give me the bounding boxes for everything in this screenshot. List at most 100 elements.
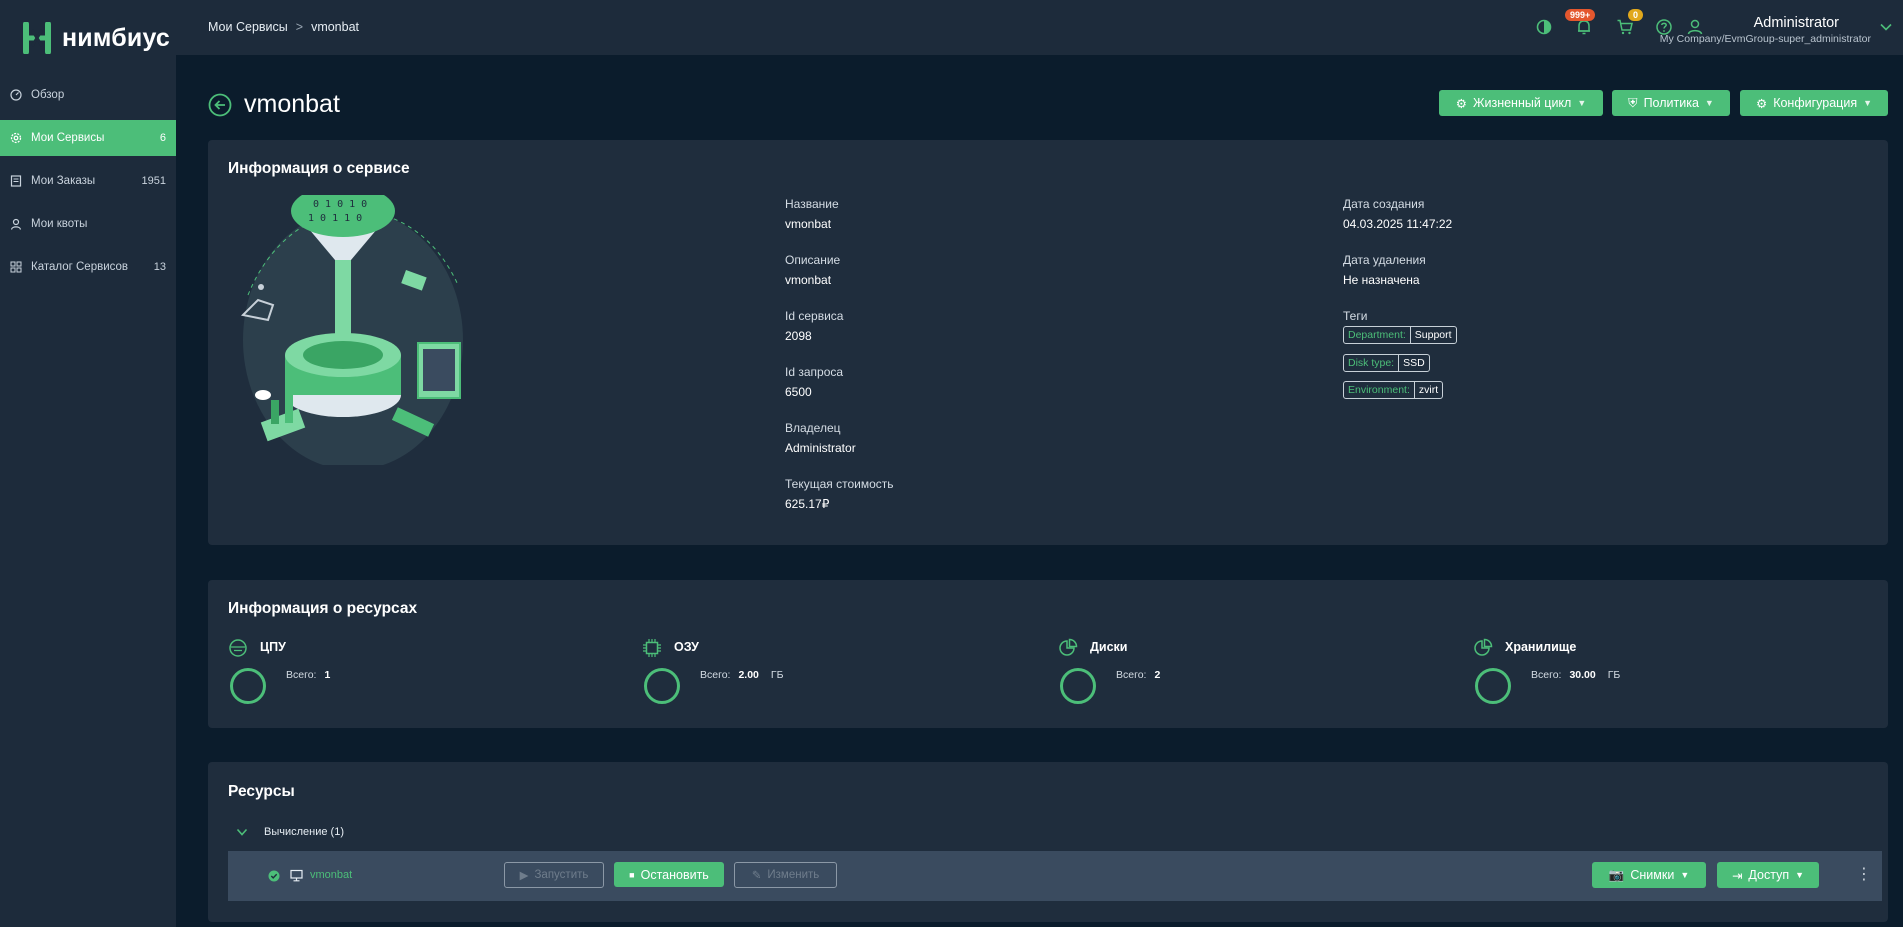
field-label-service-id: Id сервиса [785, 309, 844, 323]
sidebar-item-label: Каталог Сервисов [31, 261, 129, 273]
tag-value: zvirt [1418, 384, 1439, 396]
total-label: Всего: [1116, 669, 1147, 681]
chevron-down-icon: ▼ [1704, 98, 1714, 108]
breadcrumb-item-services[interactable]: Мои Сервисы [208, 20, 288, 34]
tag-disk-type: Disk type: SSD [1343, 354, 1430, 372]
resources-title: Ресурсы [228, 783, 295, 800]
total-unit: ГБ [770, 669, 784, 681]
total-value: 2.00 [738, 669, 759, 681]
policy-label: Политика [1643, 96, 1699, 110]
tag-key: Disk type: [1344, 355, 1400, 371]
tag-department: Department: Support [1343, 326, 1457, 344]
sidebar-item-catalog[interactable]: Каталог Сервисов 13 [0, 249, 176, 285]
edit-button[interactable]: ✎ Изменить [734, 862, 837, 888]
edit-label: Изменить [767, 869, 820, 881]
field-label-description: Описание [785, 253, 841, 267]
tag-environment: Environment: zvirt [1343, 381, 1444, 399]
field-value-current-cost: 625.17₽ [785, 497, 830, 511]
theme-toggle-icon[interactable] [1535, 18, 1553, 36]
sidebar-item-count: 13 [153, 261, 166, 273]
notifications-badge: 999+ [1565, 9, 1596, 21]
grid-icon [10, 261, 22, 273]
resources-info-title: Информация о ресурсах [228, 600, 418, 617]
cpu-icon [229, 639, 247, 657]
configuration-button[interactable]: ⚙ Конфигурация ▼ [1740, 90, 1888, 116]
resource-total: Всего: 2 [1116, 669, 1160, 681]
monitor-icon [290, 869, 303, 882]
logo[interactable]: нимбиус [20, 22, 170, 54]
resource-gauge [1060, 668, 1096, 704]
tag-value: SSD [1403, 357, 1425, 369]
logo-text: нимбиус [62, 23, 171, 52]
service-info-title: Информация о сервисе [228, 160, 410, 177]
sidebar-item-my-orders[interactable]: Мои Заказы 1951 [0, 163, 176, 199]
sidebar-item-label: Мои Заказы [31, 175, 96, 187]
total-value: 1 [324, 669, 331, 681]
gear-icon: ⚙ [1755, 96, 1768, 111]
resource-name: ОЗУ [674, 640, 699, 654]
field-label-current-cost: Текущая стоимость [785, 477, 894, 491]
tag-key: Department: [1344, 327, 1411, 343]
resource-name-link[interactable]: vmonbat [310, 869, 352, 881]
start-label: Запустить [534, 869, 589, 881]
chevron-down-icon[interactable] [236, 826, 248, 838]
breadcrumb: Мои Сервисы > vmonbat [208, 20, 359, 34]
tag-value: Support [1414, 329, 1452, 341]
breadcrumb-item-current: vmonbat [311, 20, 360, 34]
chevron-down-icon: ▼ [1680, 870, 1690, 880]
topbar: Мои Сервисы > vmonbat 999+ 0 Administrat… [176, 0, 1903, 55]
total-unit: ГБ [1607, 669, 1621, 681]
sidebar-item-count: 6 [159, 132, 166, 144]
chevron-down-icon: ▼ [1577, 98, 1587, 108]
back-arrow-icon[interactable] [208, 93, 232, 117]
resource-gauge [230, 668, 266, 704]
resource-group-header[interactable]: Вычисление (1) [236, 826, 344, 838]
sidebar-item-label: Обзор [31, 89, 65, 101]
total-label: Всего: [286, 669, 317, 681]
logo-icon [23, 22, 51, 54]
resource-name: Диски [1090, 640, 1128, 654]
gear-icon: ⚙ [1455, 96, 1467, 111]
stop-label: Остановить [640, 867, 709, 882]
lifecycle-button[interactable]: ⚙ Жизненный цикл ▼ [1439, 90, 1603, 116]
access-button[interactable]: ⇥ Доступ ▼ [1717, 862, 1819, 888]
snapshots-button[interactable]: 📷 Снимки ▼ [1592, 862, 1706, 888]
topbar-actions: 999+ 0 Administrator My Company/EvmGroup… [1483, 0, 1903, 55]
more-options-icon[interactable]: ⋮ [1856, 864, 1872, 884]
field-value-deleted: Не назначена [1343, 273, 1420, 287]
shield-icon: ⛨ [1628, 95, 1638, 110]
camera-icon: 📷 [1608, 867, 1625, 882]
sidebar-item-count: 1951 [141, 175, 166, 187]
field-label-request-id: Id запроса [785, 365, 844, 379]
resource-gauge [1475, 668, 1511, 704]
user-organization: My Company/EvmGroup-super_administrator [1659, 33, 1871, 45]
play-icon: ▶ [519, 870, 529, 882]
policy-button[interactable]: ⛨ Политика ▼ [1612, 90, 1730, 116]
field-value-created: 04.03.2025 11:47:22 [1343, 217, 1453, 231]
sidebar-item-my-quotas[interactable]: Мои квоты [0, 206, 176, 242]
resources-info-card: Информация о ресурсах [208, 580, 1888, 728]
chevron-down-icon: ▼ [1863, 98, 1873, 108]
resource-gauge [644, 668, 680, 704]
field-label-tags: Теги [1343, 309, 1368, 323]
pie-chart-icon [1474, 638, 1493, 656]
page-title: vmonbat [244, 90, 340, 118]
start-button[interactable]: ▶ Запустить [504, 862, 604, 888]
sidebar-item-overview[interactable]: Обзор [0, 77, 176, 113]
chevron-down-icon[interactable] [1879, 20, 1893, 34]
sidebar-item-label: Мои квоты [31, 218, 88, 230]
resource-row: vmonbat ▶ Запустить ■ Остановить ✎ Измен… [228, 851, 1882, 901]
field-label-name: Название [785, 197, 839, 211]
chevron-down-icon: ▼ [1795, 870, 1805, 880]
stop-button[interactable]: ■ Остановить [614, 862, 724, 887]
sidebar-nav: Обзор Мои Сервисы 6 Мои Заказы 1951 Мои … [0, 77, 176, 292]
field-value-description: vmonbat [785, 273, 832, 287]
svg-text:1 0 1 1 0: 1 0 1 1 0 [308, 213, 362, 224]
sidebar-item-my-services[interactable]: Мои Сервисы 6 [0, 120, 176, 156]
snapshots-label: Снимки [1630, 868, 1675, 882]
total-value: 30.00 [1569, 669, 1596, 681]
resource-group-label: Вычисление (1) [264, 826, 344, 838]
user-name[interactable]: Administrator [1754, 15, 1839, 31]
field-value-request-id: 6500 [785, 385, 812, 399]
field-value-service-id: 2098 [785, 329, 812, 343]
